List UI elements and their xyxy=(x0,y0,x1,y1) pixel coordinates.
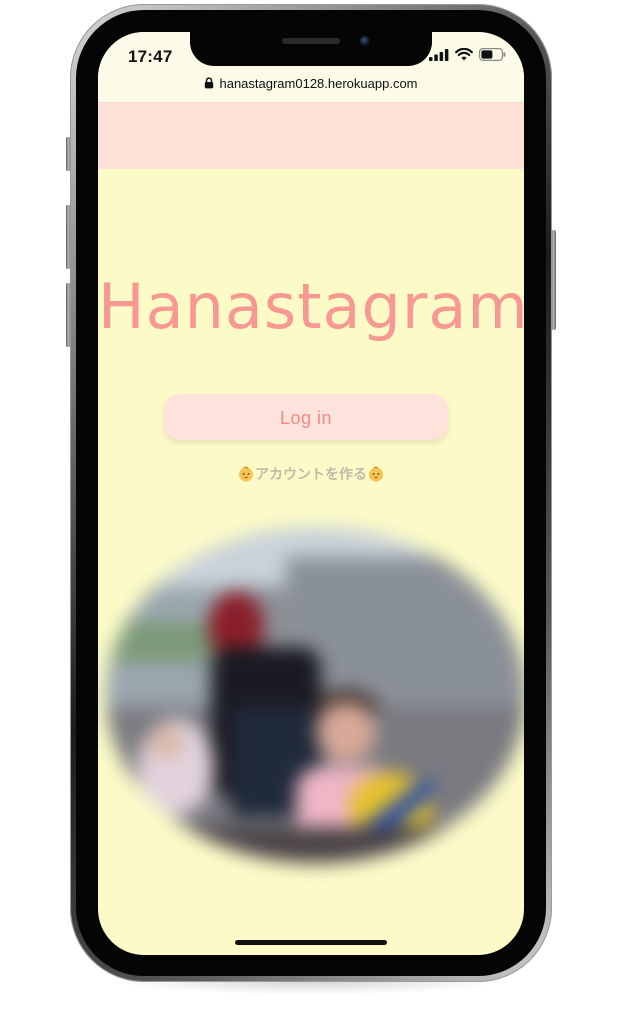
status-bar: 17:47 hanastagram0128.herokuapp.com xyxy=(98,32,524,102)
hero-photo-image xyxy=(106,527,524,863)
site-header xyxy=(98,102,524,169)
cellular-signal-icon xyxy=(429,48,449,61)
baby-emoji-icon xyxy=(239,466,253,482)
brand-title: Hanastagram xyxy=(98,270,524,343)
wifi-icon xyxy=(455,48,473,61)
baby-emoji-icon xyxy=(369,466,383,482)
address-bar[interactable]: hanastagram0128.herokuapp.com xyxy=(98,76,524,91)
blurred-hero-photo xyxy=(106,527,524,863)
front-camera xyxy=(360,36,370,46)
phone-screen: 17:47 hanastagram0128.herokuapp.com Hana… xyxy=(98,32,524,955)
speaker-grille xyxy=(282,38,340,44)
create-account-label: アカウントを作る xyxy=(255,466,367,482)
status-icons xyxy=(429,48,506,61)
battery-icon xyxy=(479,48,506,61)
create-account-link[interactable]: アカウントを作る xyxy=(98,464,524,484)
device-mockup: 17:47 hanastagram0128.herokuapp.com Hana… xyxy=(0,0,622,1009)
status-time: 17:47 xyxy=(128,47,173,66)
login-button[interactable]: Log in xyxy=(164,394,448,440)
url-text: hanastagram0128.herokuapp.com xyxy=(219,76,418,91)
lock-icon xyxy=(205,77,214,89)
notch xyxy=(190,32,432,66)
home-indicator[interactable] xyxy=(235,940,387,945)
